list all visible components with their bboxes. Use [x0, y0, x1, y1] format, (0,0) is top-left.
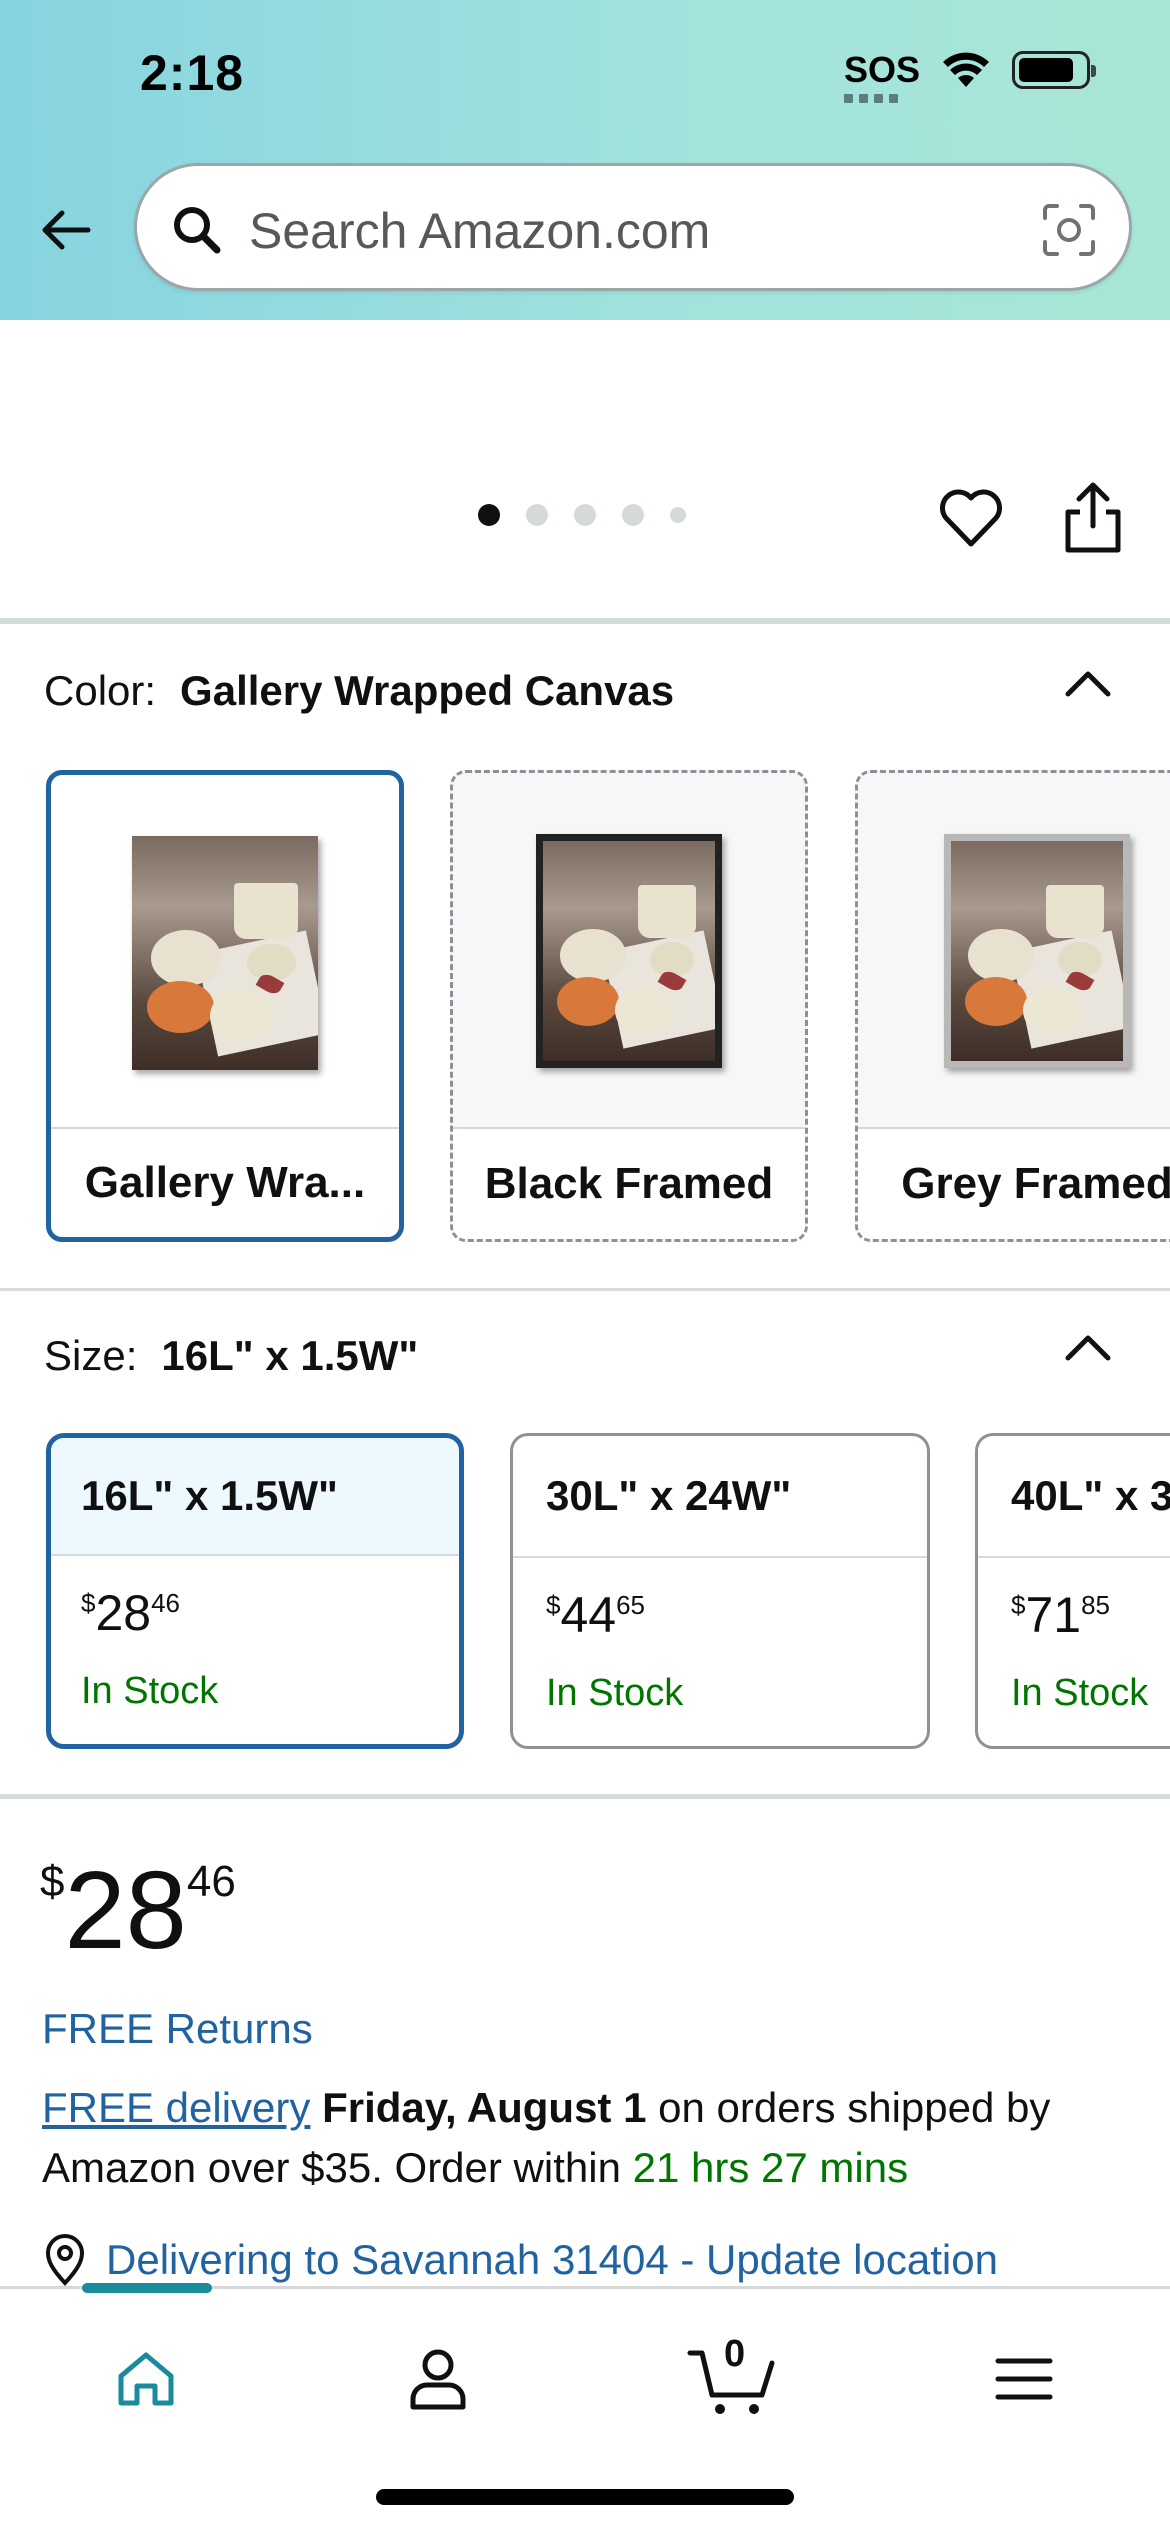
- carousel-dot[interactable]: [574, 504, 596, 526]
- free-returns-link[interactable]: FREE Returns: [42, 2005, 313, 2053]
- size-option-price: $2846: [81, 1585, 181, 1641]
- product-price: $2846: [40, 1849, 236, 1972]
- wifi-icon: [943, 52, 989, 87]
- product-thumbnail: [944, 834, 1130, 1068]
- nav-home[interactable]: [86, 2329, 206, 2429]
- share-icon[interactable]: [1060, 480, 1126, 556]
- product-thumbnail: [536, 834, 722, 1068]
- nav-cart[interactable]: 0: [672, 2329, 792, 2429]
- swatch-label: Grey Framed: [858, 1127, 1170, 1239]
- cart-count-badge: 0: [724, 2333, 746, 2375]
- back-arrow-icon[interactable]: [36, 200, 96, 260]
- color-option-gallery-wrapped[interactable]: Gallery Wra...: [46, 770, 404, 1242]
- color-option-black-framed[interactable]: Black Framed: [450, 770, 808, 1242]
- battery-icon: [1012, 51, 1096, 89]
- color-option-grey-framed[interactable]: Grey Framed: [855, 770, 1170, 1242]
- carousel-dot[interactable]: [526, 504, 548, 526]
- delivery-info: FREE delivery Friday, August 1 on orders…: [42, 2078, 1132, 2198]
- search-input[interactable]: Search Amazon.com: [249, 202, 710, 260]
- image-carousel-dots[interactable]: [478, 504, 686, 526]
- carousel-dot[interactable]: [670, 507, 686, 523]
- chevron-up-icon[interactable]: [1060, 1328, 1116, 1368]
- color-label-text: Color:: [44, 667, 157, 714]
- chevron-up-icon[interactable]: [1060, 664, 1116, 704]
- size-option-label: 40L" x 3: [978, 1436, 1170, 1558]
- swatch-label: Gallery Wra...: [51, 1127, 399, 1237]
- size-option-30x24[interactable]: 30L" x 24W" $4465 In Stock: [510, 1433, 930, 1749]
- section-divider: [0, 1794, 1170, 1799]
- delivery-date: Friday, August 1: [322, 2084, 647, 2131]
- size-option-label: 30L" x 24W": [513, 1436, 927, 1558]
- size-option-16x1.5[interactable]: 16L" x 1.5W" $2846 In Stock: [46, 1433, 464, 1749]
- hamburger-menu-icon: [995, 2358, 1053, 2400]
- user-icon: [410, 2349, 466, 2410]
- product-thumbnail: [132, 836, 318, 1070]
- nav-account[interactable]: [378, 2329, 498, 2429]
- size-label-text: Size:: [44, 1332, 138, 1379]
- size-option-price: $7185: [1011, 1587, 1111, 1643]
- camera-scan-icon[interactable]: [1039, 200, 1099, 260]
- location-text[interactable]: Delivering to Savannah 31404 - Update lo…: [106, 2236, 998, 2284]
- size-option-price: $4465: [546, 1587, 646, 1643]
- heart-icon[interactable]: [936, 484, 1006, 554]
- active-tab-indicator: [82, 2283, 212, 2293]
- carousel-dot[interactable]: [622, 504, 644, 526]
- order-countdown: 21 hrs 27 mins: [632, 2144, 909, 2191]
- swatch-image: [51, 775, 399, 1131]
- stock-status: In Stock: [546, 1672, 684, 1714]
- signal-dots-icon: [843, 94, 898, 103]
- status-time: 2:18: [140, 45, 245, 101]
- size-selected-value: 16L" x 1.5W": [161, 1332, 419, 1379]
- swatch-label: Black Framed: [453, 1127, 805, 1239]
- top-header: 2:18 SOS Search Amazon.com: [0, 0, 1170, 320]
- search-bar[interactable]: Search Amazon.com: [134, 163, 1132, 291]
- stock-status: In Stock: [81, 1670, 219, 1712]
- sos-indicator: SOS: [843, 49, 920, 103]
- search-icon: [174, 207, 221, 254]
- sos-label: SOS: [843, 49, 920, 90]
- stock-status: In Stock: [1011, 1672, 1149, 1714]
- color-label: Color: Gallery Wrapped Canvas: [44, 667, 674, 715]
- location-pin-icon: [45, 2234, 85, 2286]
- swatch-image: [453, 773, 805, 1129]
- free-delivery-link[interactable]: FREE delivery: [42, 2084, 310, 2131]
- delivery-location[interactable]: Delivering to Savannah 31404 - Update lo…: [42, 2233, 998, 2287]
- size-option-label: 16L" x 1.5W": [51, 1438, 459, 1556]
- size-label: Size: 16L" x 1.5W": [44, 1332, 418, 1380]
- swatch-image: [858, 773, 1170, 1129]
- home-indicator: [376, 2489, 794, 2505]
- carousel-dot[interactable]: [478, 504, 500, 526]
- status-icons: SOS: [843, 49, 1096, 103]
- section-divider: [0, 618, 1170, 624]
- color-selected-value: Gallery Wrapped Canvas: [180, 667, 675, 714]
- size-option-40x[interactable]: 40L" x 3 $7185 In Stock: [975, 1433, 1170, 1749]
- nav-menu[interactable]: [964, 2329, 1084, 2429]
- home-icon: [118, 2352, 174, 2406]
- section-divider: [0, 1288, 1170, 1291]
